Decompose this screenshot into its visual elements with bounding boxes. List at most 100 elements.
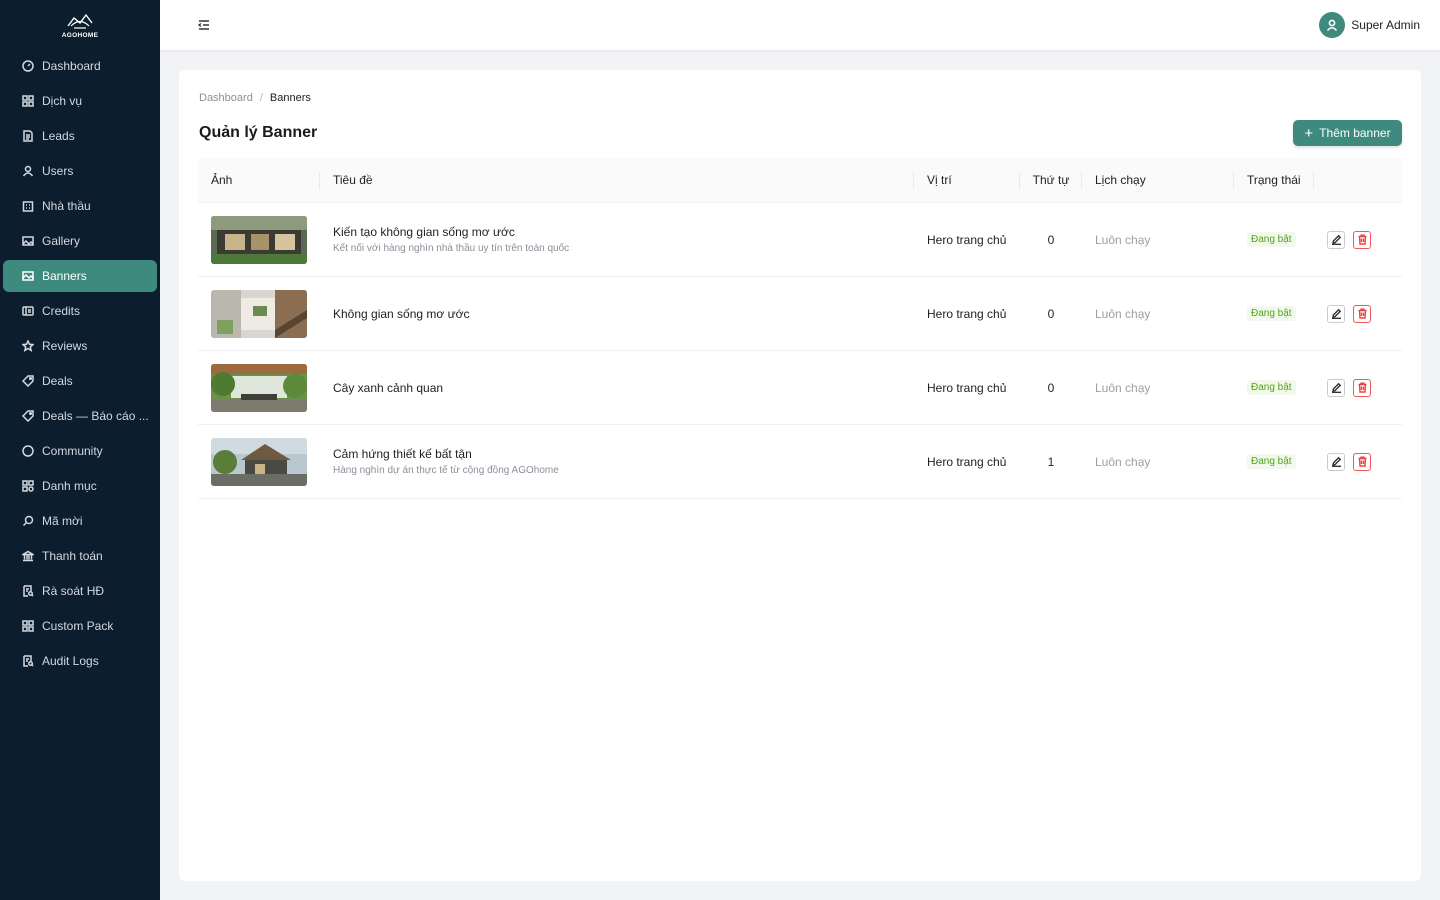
edit-button[interactable] [1327,304,1345,323]
banner-schedule: Luôn chạy [1095,380,1151,395]
banner-title: Cây xanh cảnh quan [333,380,444,395]
sidebar-item-label: Danh mục [42,479,97,493]
banner-title: Không gian sống mơ ước [333,306,470,321]
sidebar-item-label: Deals — Báo cáo ... [42,409,149,423]
banner-image-cell [198,351,320,424]
sidebar-item-label: Reviews [42,339,88,353]
sidebar-item-banners[interactable]: Banners [3,260,157,292]
sidebar-item-label: Dashboard [42,59,101,73]
sidebar-item-users[interactable]: Users [3,155,157,187]
column-header-title: Tiêu đề [320,158,914,202]
sidebar-item-label: Audit Logs [42,654,99,668]
edit-icon [1331,382,1341,393]
banner-subtitle: Kết nối với hàng nghìn nhà thầu uy tín t… [333,243,570,254]
logo[interactable]: AGOHOME [0,0,160,50]
logo-text: AGOHOME [61,32,99,39]
table-row: Kiến tạo không gian sống mơ ước Kết nối … [198,203,1402,277]
row-actions [1314,351,1402,424]
banner-schedule: Luôn chạy [1095,232,1151,247]
sidebar-item-ra-soat-hd[interactable]: Rà soát HĐ [3,575,157,607]
banner-position-cell: Hero trang chủ [914,425,1020,498]
sidebar-item-audit-logs[interactable]: Audit Logs [3,645,157,677]
banner-title-cell: Kiến tạo không gian sống mơ ước Kết nối … [320,203,914,276]
user-name: Super Admin [1351,18,1420,32]
banner-position: Hero trang chủ [927,306,1007,321]
banner-image-cell [198,425,320,498]
banner-thumbnail[interactable] [211,437,307,486]
sidebar-item-label: Dịch vụ [42,94,83,108]
banner-order: 1 [1047,454,1055,469]
banner-order-cell: 0 [1020,351,1082,424]
banner-schedule-cell: Luôn chạy [1082,351,1234,424]
delete-button[interactable] [1353,304,1371,323]
column-header-position: Vị trí [914,158,1020,202]
banner-position: Hero trang chủ [927,380,1007,395]
user-menu[interactable]: Super Admin [1319,12,1420,38]
banner-status-cell: Đang bật [1234,203,1314,276]
sidebar-item-leads[interactable]: Leads [3,120,157,152]
table-row: Cây xanh cảnh quan Hero trang chủ 0 Luôn… [198,351,1402,425]
category-icon [21,479,35,493]
table-row: Không gian sống mơ ước Hero trang chủ 0 … [198,277,1402,351]
banner-order-cell: 0 [1020,277,1082,350]
banner-order: 0 [1047,380,1055,395]
banner-image-cell [198,203,320,276]
banner-order: 0 [1047,306,1055,321]
sidebar-item-custom-pack[interactable]: Custom Pack [3,610,157,642]
banner-thumbnail[interactable] [211,289,307,338]
sidebar-item-dashboard[interactable]: Dashboard [3,50,157,82]
sidebar-item-deals[interactable]: Deals [3,365,157,397]
sidebar-item-thanh-toan[interactable]: Thanh toán [3,540,157,572]
sidebar-item-label: Credits [42,304,81,318]
banner-schedule: Luôn chạy [1095,306,1151,321]
edit-button[interactable] [1327,378,1345,397]
sidebar-item-label: Community [42,444,103,458]
status-badge: Đang bật [1247,232,1296,247]
row-actions [1314,277,1402,350]
banner-position: Hero trang chủ [927,454,1007,469]
wallet-icon [21,304,35,318]
dashboard-icon [21,59,35,73]
sidebar-item-credits[interactable]: Credits [3,295,157,327]
sidebar: AGOHOME Dashboard Dịch vụ Leads Users Nh… [0,0,160,900]
sidebar-item-dich-vu[interactable]: Dịch vụ [3,85,157,117]
sidebar-item-nha-thau[interactable]: Nhà thầu [3,190,157,222]
sidebar-item-deals-report[interactable]: Deals — Báo cáo ... [3,400,157,432]
edit-button[interactable] [1327,452,1345,471]
sidebar-item-reviews[interactable]: Reviews [3,330,157,362]
building-icon [21,199,35,213]
status-badge: Đang bật [1247,380,1296,395]
breadcrumb-dashboard-link[interactable]: Dashboard [199,92,253,104]
trash-icon [1358,308,1366,319]
sidebar-item-gallery[interactable]: Gallery [3,225,157,257]
edit-button[interactable] [1327,230,1345,249]
sidebar-item-ma-moi[interactable]: Mã mời [3,505,157,537]
banner-schedule-cell: Luôn chạy [1082,425,1234,498]
delete-button[interactable] [1353,230,1371,249]
column-header-schedule: Lịch chạy [1082,158,1234,202]
review-doc-icon [21,654,35,668]
banner-thumbnail[interactable] [211,363,307,412]
tag-icon [21,374,35,388]
sidebar-item-community[interactable]: Community [3,435,157,467]
banner-order-cell: 1 [1020,425,1082,498]
edit-icon [1331,456,1341,467]
sidebar-item-label: Mã mời [42,514,83,528]
add-banner-label: Thêm banner [1319,126,1391,140]
sidebar-item-danh-muc[interactable]: Danh mục [3,470,157,502]
menu-toggle-button[interactable] [196,17,212,33]
banner-title-cell: Cây xanh cảnh quan [320,351,914,424]
review-doc-icon [21,584,35,598]
table-row: Cảm hứng thiết kế bất tận Hàng nghìn dự … [198,425,1402,499]
grid-icon [21,619,35,633]
column-header-status: Trạng thái [1234,158,1314,202]
column-header-order: Thứ tự [1020,158,1082,202]
image-icon [21,234,35,248]
bank-icon [21,549,35,563]
add-banner-button[interactable]: + Thêm banner [1293,120,1402,146]
delete-button[interactable] [1353,452,1371,471]
banner-position-cell: Hero trang chủ [914,277,1020,350]
banner-thumbnail[interactable] [211,215,307,264]
delete-button[interactable] [1353,378,1371,397]
sidebar-nav: Dashboard Dịch vụ Leads Users Nhà thầu G… [0,50,160,677]
